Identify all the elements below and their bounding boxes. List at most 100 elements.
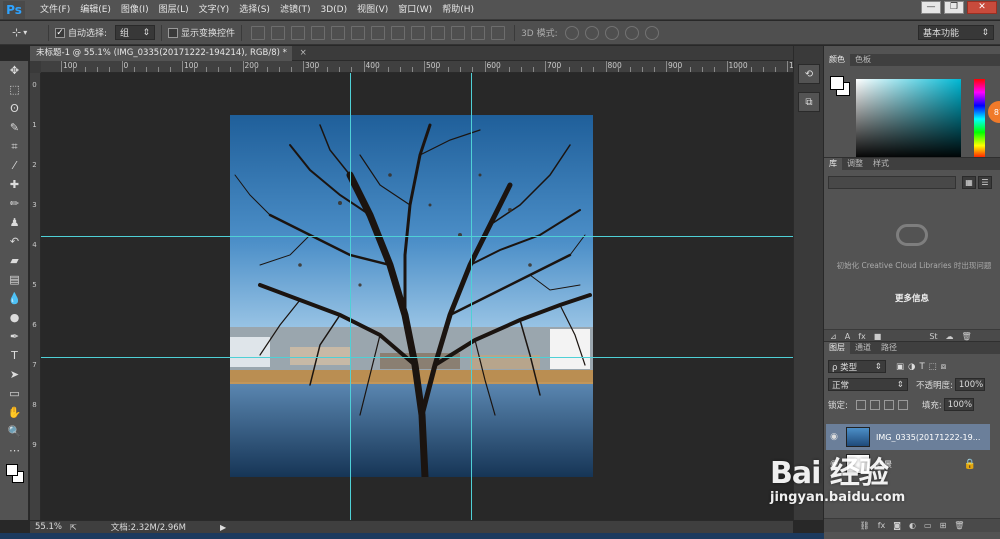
distribute-top-icon[interactable] <box>371 25 386 40</box>
document-tab[interactable]: 未标题-1 @ 55.1% (IMG_0335(20171222-194214)… <box>30 46 307 61</box>
vertical-guide[interactable] <box>350 73 351 520</box>
clone-stamp-icon[interactable]: ♟ <box>0 213 29 232</box>
adjustment-filter-icon[interactable]: ◑ <box>908 362 915 372</box>
healing-brush-icon[interactable]: ✚ <box>0 175 29 194</box>
zoom-tool-icon[interactable]: 🔍 <box>0 422 29 441</box>
align-bottom-icon[interactable] <box>291 25 306 40</box>
smart-object-filter-icon[interactable]: ⧈ <box>941 362 946 372</box>
layer-style-icon[interactable]: fx <box>878 521 886 530</box>
zoom-level[interactable]: 55.1% <box>35 522 62 532</box>
library-trash-icon[interactable]: 🗑 <box>962 332 972 341</box>
auto-select-dropdown[interactable]: 组 ⇕ <box>115 25 156 40</box>
marquee-tool-icon[interactable]: ⬚ <box>0 80 29 99</box>
horizontal-guide[interactable] <box>41 236 793 237</box>
restore-button[interactable]: ❐ <box>944 1 964 14</box>
blend-mode-dropdown[interactable]: 正常 ⇕ <box>828 378 908 391</box>
share-icon[interactable]: ⇱ <box>70 523 77 532</box>
tab-adjustments[interactable]: 调整 <box>842 158 868 170</box>
list-view-icon[interactable]: ☰ <box>978 176 992 189</box>
tab-layers[interactable]: 图层 <box>824 342 850 354</box>
tab-swatches[interactable]: 色板 <box>850 54 876 66</box>
vertical-ruler[interactable]: 0 1 2 3 4 5 6 7 8 9 <box>30 73 41 520</box>
menu-item[interactable]: 帮助(H) <box>437 0 479 20</box>
auto-align-icon[interactable] <box>491 25 506 40</box>
type-tool-icon[interactable]: T <box>0 346 29 365</box>
cloud-sync-icon[interactable]: ☁ <box>946 332 954 341</box>
blur-tool-icon[interactable]: 💧 <box>0 289 29 308</box>
lock-position-icon[interactable] <box>883 399 894 410</box>
menu-item[interactable]: 选择(S) <box>234 0 275 20</box>
3d-drag-icon[interactable] <box>604 25 619 40</box>
close-tab-icon[interactable]: × <box>300 48 307 58</box>
add-color-icon[interactable]: ■ <box>874 332 882 341</box>
menu-item[interactable]: 窗口(W) <box>393 0 437 20</box>
eyedropper-tool-icon[interactable]: ⁄ <box>0 156 29 175</box>
foreground-color-swatch[interactable] <box>830 76 844 90</box>
history-icon[interactable]: ⟲ <box>798 64 820 84</box>
3d-scale-icon[interactable] <box>644 25 659 40</box>
3d-slide-icon[interactable] <box>624 25 639 40</box>
menu-item[interactable]: 视图(V) <box>352 0 393 20</box>
more-info-link[interactable]: 更多信息 <box>824 292 1000 304</box>
lock-transparent-icon[interactable] <box>855 399 866 410</box>
align-hcenter-icon[interactable] <box>331 25 346 40</box>
add-mask-icon[interactable]: ◙ <box>893 521 901 530</box>
lock-pixels-icon[interactable] <box>869 399 880 410</box>
menu-item[interactable]: 图层(L) <box>154 0 194 20</box>
auto-select-checkbox[interactable]: ✓ <box>55 27 65 38</box>
opacity-field[interactable]: 100% <box>954 378 985 391</box>
quick-select-tool-icon[interactable]: ✎ <box>0 118 29 137</box>
lock-all-icon[interactable] <box>897 399 908 410</box>
layer-item-selected[interactable]: ◉ IMG_0335(20171222-19... <box>826 424 990 450</box>
layer-filter-dropdown[interactable]: ρ 类型 ⇕ <box>828 360 886 373</box>
link-layers-icon[interactable]: ⛓ <box>860 521 870 530</box>
status-menu-arrow[interactable]: ▶ <box>220 523 226 532</box>
3d-rotate-icon[interactable] <box>564 25 579 40</box>
hue-slider[interactable] <box>974 79 985 159</box>
new-adjustment-icon[interactable]: ◐ <box>909 521 916 530</box>
crop-tool-icon[interactable]: ⌗ <box>0 137 29 156</box>
distribute-bottom-icon[interactable] <box>411 25 426 40</box>
menu-item[interactable]: 编辑(E) <box>75 0 116 20</box>
close-button[interactable]: ✕ <box>967 1 997 14</box>
distribute-hcenter-icon[interactable] <box>451 25 466 40</box>
align-vcenter-icon[interactable] <box>271 25 286 40</box>
add-layer-style-icon[interactable]: fx <box>858 332 866 341</box>
move-tool-icon[interactable]: ✥ <box>0 61 29 80</box>
tab-styles[interactable]: 样式 <box>868 158 894 170</box>
history-brush-icon[interactable]: ↶ <box>0 232 29 251</box>
pen-tool-icon[interactable]: ✒ <box>0 327 29 346</box>
hand-tool-icon[interactable]: ✋ <box>0 403 29 422</box>
shape-tool-icon[interactable]: ▭ <box>0 384 29 403</box>
show-transform-checkbox[interactable] <box>168 27 179 38</box>
tab-channels[interactable]: 通道 <box>850 342 876 354</box>
tab-color[interactable]: 颜色 <box>824 54 850 66</box>
align-top-icon[interactable] <box>251 25 266 40</box>
menu-item[interactable]: 图像(I) <box>116 0 154 20</box>
visibility-eye-icon[interactable]: ◉ <box>826 432 842 442</box>
eraser-tool-icon[interactable]: ▰ <box>0 251 29 270</box>
stock-icon[interactable]: St <box>929 332 937 341</box>
add-character-style-icon[interactable]: A <box>845 332 850 341</box>
add-graphic-icon[interactable]: ⊿ <box>830 332 837 341</box>
canvas-area[interactable] <box>41 73 793 520</box>
fill-field[interactable]: 100% <box>943 398 974 411</box>
distribute-left-icon[interactable] <box>431 25 446 40</box>
menu-item[interactable]: 滤镜(T) <box>275 0 316 20</box>
3d-roll-icon[interactable] <box>584 25 599 40</box>
minimize-button[interactable]: — <box>921 1 941 14</box>
menu-item[interactable]: 文字(Y) <box>194 0 235 20</box>
distribute-vcenter-icon[interactable] <box>391 25 406 40</box>
new-layer-icon[interactable]: ⊞ <box>940 521 947 530</box>
move-tool-preset[interactable]: ⊹ ▾ <box>12 24 42 42</box>
type-filter-icon[interactable]: T <box>919 362 924 372</box>
lasso-tool-icon[interactable]: ʘ <box>0 99 29 118</box>
menu-item[interactable]: 3D(D) <box>315 0 352 20</box>
align-right-icon[interactable] <box>351 25 366 40</box>
path-select-icon[interactable]: ➤ <box>0 365 29 384</box>
vertical-guide[interactable] <box>471 73 472 520</box>
brush-tool-icon[interactable]: ✏ <box>0 194 29 213</box>
more-tools-icon[interactable]: ⋯ <box>0 441 29 460</box>
workspace-dropdown[interactable]: 基本功能 ⇕ <box>918 25 994 40</box>
library-dropdown[interactable] <box>828 176 956 189</box>
